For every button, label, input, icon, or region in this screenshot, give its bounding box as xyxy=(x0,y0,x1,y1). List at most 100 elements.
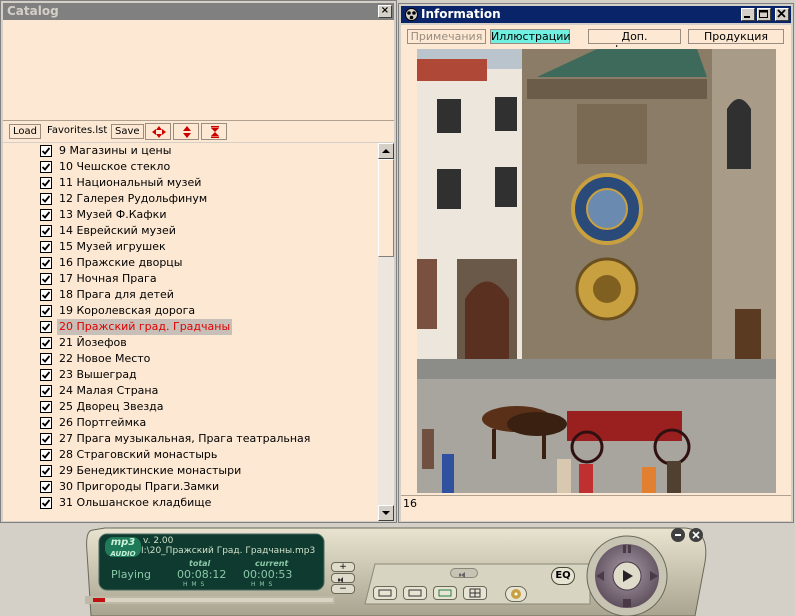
stop-icon xyxy=(623,599,631,607)
item-label: 15 Музей игрушек xyxy=(59,240,166,253)
item-checkbox[interactable] xyxy=(40,337,52,349)
item-checkbox[interactable] xyxy=(40,433,52,445)
pause-icon xyxy=(623,545,631,553)
information-titlebar: Information xyxy=(401,6,791,23)
checkmark-icon xyxy=(41,179,51,187)
item-label: 29 Бенедиктинские монастыри xyxy=(59,464,242,477)
player-minimize-button[interactable] xyxy=(671,528,685,542)
item-checkbox[interactable] xyxy=(40,369,52,381)
item-label: 28 Страговский монастырь xyxy=(59,448,218,461)
tab-notes[interactable]: Примечания xyxy=(407,29,486,44)
item-checkbox[interactable] xyxy=(40,257,52,269)
playlist-button[interactable] xyxy=(463,586,487,600)
tab-illustrations[interactable]: Иллюстрации xyxy=(490,29,571,44)
current-time: 00:00:53 xyxy=(243,568,293,581)
item-label: 25 Дворец Звезда xyxy=(59,400,164,413)
pause-button[interactable] xyxy=(615,542,639,556)
item-checkbox[interactable] xyxy=(40,273,52,285)
catalog-scrollbar[interactable] xyxy=(378,143,394,521)
info-close-button[interactable] xyxy=(775,8,789,21)
catalog-preview-area xyxy=(3,20,394,120)
checkmark-icon xyxy=(41,499,51,507)
item-checkbox[interactable] xyxy=(40,193,52,205)
minimize-icon xyxy=(744,16,750,18)
volume-down-button[interactable]: − xyxy=(331,584,355,594)
checkmark-icon xyxy=(41,339,51,347)
item-checkbox[interactable] xyxy=(40,321,52,333)
checkmark-icon xyxy=(41,419,51,427)
volume-slider[interactable] xyxy=(450,568,478,578)
item-label: 13 Музей Ф.Кафки xyxy=(59,208,167,221)
audio-badge: AUDIO xyxy=(110,550,136,558)
previous-track-button[interactable] xyxy=(373,586,397,600)
item-checkbox[interactable] xyxy=(40,161,52,173)
item-checkbox[interactable] xyxy=(40,401,52,413)
information-title: Information xyxy=(421,7,501,21)
item-checkbox[interactable] xyxy=(40,449,52,461)
item-checkbox[interactable] xyxy=(40,305,52,317)
checkmark-icon xyxy=(41,307,51,315)
maximize-button[interactable] xyxy=(757,8,771,21)
stop-button[interactable] xyxy=(615,596,639,610)
next-track-button[interactable] xyxy=(403,586,427,600)
item-checkbox[interactable] xyxy=(40,209,52,221)
volume-up-button[interactable]: + xyxy=(331,562,355,572)
mp3-player: mp3 AUDIO v. 2.00 I:\20_Пражский Град. Г… xyxy=(85,522,710,616)
item-checkbox[interactable] xyxy=(40,353,52,365)
minimize-icon xyxy=(675,534,681,536)
item-label: 10 Чешское стекло xyxy=(59,160,171,173)
checkmark-icon xyxy=(41,195,51,203)
checkmark-icon xyxy=(41,483,51,491)
item-checkbox[interactable] xyxy=(40,289,52,301)
player-close-button[interactable] xyxy=(689,528,703,542)
mute-button[interactable] xyxy=(331,573,355,583)
progress-bar[interactable] xyxy=(93,598,333,602)
item-checkbox[interactable] xyxy=(40,145,52,157)
item-checkbox[interactable] xyxy=(40,241,52,253)
move-up-down-button[interactable] xyxy=(173,123,199,140)
checkmark-icon xyxy=(41,435,51,443)
item-checkbox[interactable] xyxy=(40,465,52,477)
item-label: 20 Пражский град. Градчаны xyxy=(57,319,233,335)
scroll-down-button[interactable] xyxy=(378,505,394,521)
checkmark-icon xyxy=(41,291,51,299)
item-checkbox[interactable] xyxy=(40,385,52,397)
repeat-icon xyxy=(438,589,452,597)
tab-products[interactable]: Продукция xyxy=(688,29,784,44)
eject-button[interactable] xyxy=(505,586,527,602)
scroll-up-button[interactable] xyxy=(378,143,394,159)
checkmark-icon xyxy=(41,323,51,331)
next-icon xyxy=(408,589,422,597)
load-button[interactable]: Load xyxy=(9,124,41,139)
rewind-icon xyxy=(596,571,604,581)
minimize-button[interactable] xyxy=(741,8,755,21)
fast-forward-button[interactable] xyxy=(647,568,661,584)
rewind-button[interactable] xyxy=(593,568,607,584)
disc-icon xyxy=(511,589,521,599)
item-label: 11 Национальный музей xyxy=(59,176,202,189)
scroll-thumb[interactable] xyxy=(378,159,394,257)
checkmark-icon xyxy=(41,355,51,363)
prague-clock-photo xyxy=(417,49,776,493)
item-checkbox[interactable] xyxy=(40,481,52,493)
catalog-close-button[interactable]: × xyxy=(378,5,392,18)
total-label: total xyxy=(189,559,211,568)
tab-extra-info[interactable]: Доп. информация xyxy=(588,29,681,56)
item-checkbox[interactable] xyxy=(40,225,52,237)
item-label: 26 Портгеймка xyxy=(59,416,147,429)
move-all-directions-button[interactable] xyxy=(145,123,171,140)
save-button[interactable]: Save xyxy=(111,124,144,139)
equalizer-button[interactable]: EQ xyxy=(551,567,575,585)
item-checkbox[interactable] xyxy=(40,177,52,189)
illustration-panel xyxy=(401,47,791,495)
volume-speaker-icon xyxy=(459,572,465,578)
item-label: 24 Малая Страна xyxy=(59,384,159,397)
item-checkbox[interactable] xyxy=(40,417,52,429)
item-label: 9 Магазины и цены xyxy=(59,144,172,157)
move-to-edges-button[interactable] xyxy=(201,123,227,140)
repeat-button[interactable] xyxy=(433,586,457,600)
checkmark-icon xyxy=(41,243,51,251)
item-checkbox[interactable] xyxy=(40,497,52,509)
play-button[interactable] xyxy=(613,562,641,590)
item-label: 31 Ольшанское кладбище xyxy=(59,496,212,509)
